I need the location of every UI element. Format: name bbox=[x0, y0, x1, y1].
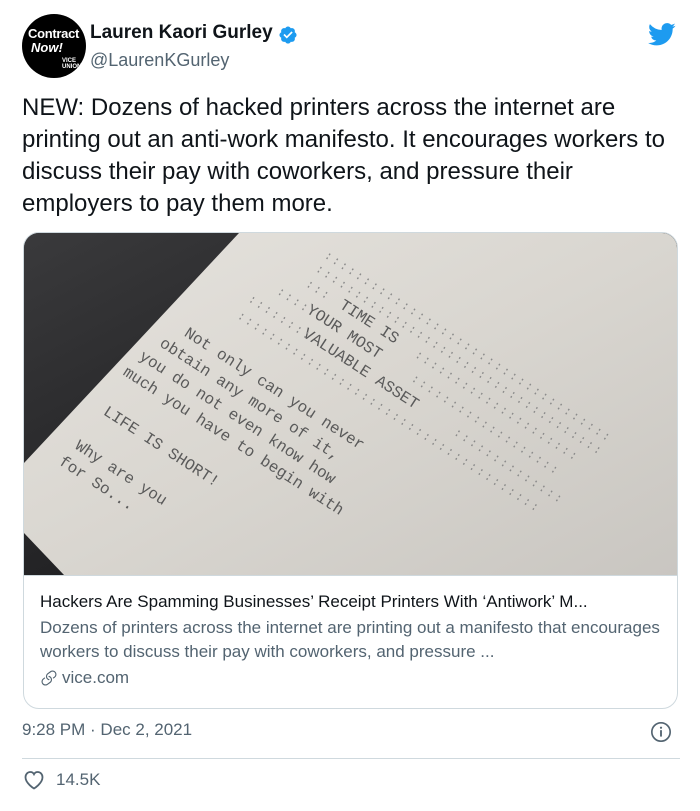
card-image: ::::::::::::::::::::::::::::::::::::: ::… bbox=[24, 233, 677, 576]
link-icon bbox=[41, 670, 57, 686]
like-button[interactable]: 14.5K bbox=[22, 768, 100, 792]
card-domain-text[interactable]: vice.com bbox=[62, 668, 129, 688]
link-card[interactable]: ::::::::::::::::::::::::::::::::::::: ::… bbox=[23, 232, 678, 709]
tweet-text: NEW: Dozens of hacked printers across th… bbox=[22, 94, 665, 217]
info-icon[interactable] bbox=[650, 721, 672, 743]
card-domain: vice.com bbox=[40, 668, 665, 688]
avatar-text-line1: Contract bbox=[28, 26, 80, 41]
card-body: Hackers Are Spamming Businesses’ Receipt… bbox=[40, 591, 665, 688]
avatar-text-line3: VICE UNION bbox=[62, 58, 82, 70]
verified-badge-icon bbox=[279, 26, 297, 44]
card-title: Hackers Are Spamming Businesses’ Receipt… bbox=[40, 592, 588, 611]
card-description: Dozens of printers across the internet a… bbox=[40, 618, 660, 661]
like-count: 14.5K bbox=[56, 770, 101, 789]
avatar[interactable]: Contract Now! VICE UNION bbox=[22, 14, 86, 78]
avatar-text-line2: Now! bbox=[31, 40, 63, 55]
heart-icon bbox=[24, 771, 44, 790]
tweet-header: Contract Now! VICE UNION Lauren Kaori Gu… bbox=[22, 14, 682, 84]
author-name[interactable]: Lauren Kaori Gurley bbox=[90, 22, 273, 44]
author-handle[interactable]: @LaurenKGurley bbox=[90, 50, 229, 71]
tweet-timestamp[interactable]: 9:28 PM · Dec 2, 2021 bbox=[22, 720, 192, 740]
twitter-bird-icon[interactable] bbox=[646, 20, 678, 48]
divider bbox=[22, 758, 680, 759]
